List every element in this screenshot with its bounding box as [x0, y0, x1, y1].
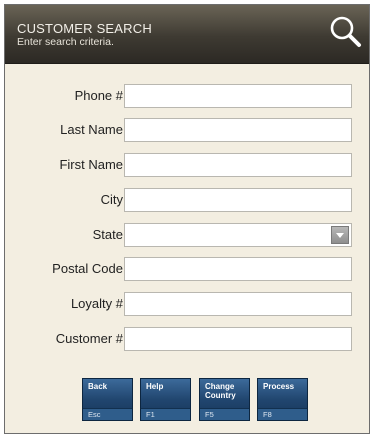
first-name-input[interactable] — [124, 153, 352, 177]
city-input[interactable] — [124, 188, 352, 212]
change-country-button[interactable]: Change Country F5 — [199, 378, 250, 421]
help-key-code: F1 — [141, 408, 190, 420]
customer-number-row: Customer # — [5, 327, 369, 351]
city-row: City — [5, 188, 369, 212]
change-country-key-code: F5 — [200, 408, 249, 420]
customer-search-panel: CUSTOMER SEARCH Enter search criteria. P… — [4, 4, 370, 434]
page-subtitle: Enter search criteria. — [17, 36, 114, 48]
postal-code-row: Postal Code — [5, 257, 369, 281]
last-name-label: Last Name — [60, 122, 123, 137]
help-button[interactable]: Help F1 — [140, 378, 191, 421]
back-button[interactable]: Back Esc — [82, 378, 133, 421]
city-label: City — [100, 192, 123, 207]
last-name-row: Last Name — [5, 118, 369, 142]
state-select[interactable] — [124, 223, 352, 247]
customer-number-label: Customer # — [55, 331, 123, 346]
page-title: CUSTOMER SEARCH — [17, 21, 152, 36]
phone-row: Phone # — [5, 84, 369, 108]
loyalty-input[interactable] — [124, 292, 352, 316]
phone-label: Phone # — [74, 88, 123, 103]
back-key-code: Esc — [83, 408, 132, 420]
loyalty-row: Loyalty # — [5, 292, 369, 316]
process-button-label: Process — [263, 382, 295, 391]
first-name-row: First Name — [5, 153, 369, 177]
postal-code-input[interactable] — [124, 257, 352, 281]
change-country-button-label: Change Country — [205, 382, 236, 400]
search-icon[interactable] — [327, 13, 363, 49]
process-key-code: F8 — [258, 408, 307, 420]
loyalty-label: Loyalty # — [70, 296, 123, 311]
header-bar: CUSTOMER SEARCH Enter search criteria. — [5, 5, 369, 64]
help-button-label: Help — [146, 382, 164, 391]
customer-number-input[interactable] — [124, 327, 352, 351]
dropdown-arrow-icon[interactable] — [331, 226, 349, 244]
phone-input[interactable] — [124, 84, 352, 108]
postal-code-label: Postal Code — [52, 261, 123, 276]
back-button-label: Back — [88, 382, 108, 391]
state-label: State — [92, 227, 123, 242]
state-row: State — [5, 223, 369, 247]
last-name-input[interactable] — [124, 118, 352, 142]
process-button[interactable]: Process F8 — [257, 378, 308, 421]
first-name-label: First Name — [59, 157, 123, 172]
